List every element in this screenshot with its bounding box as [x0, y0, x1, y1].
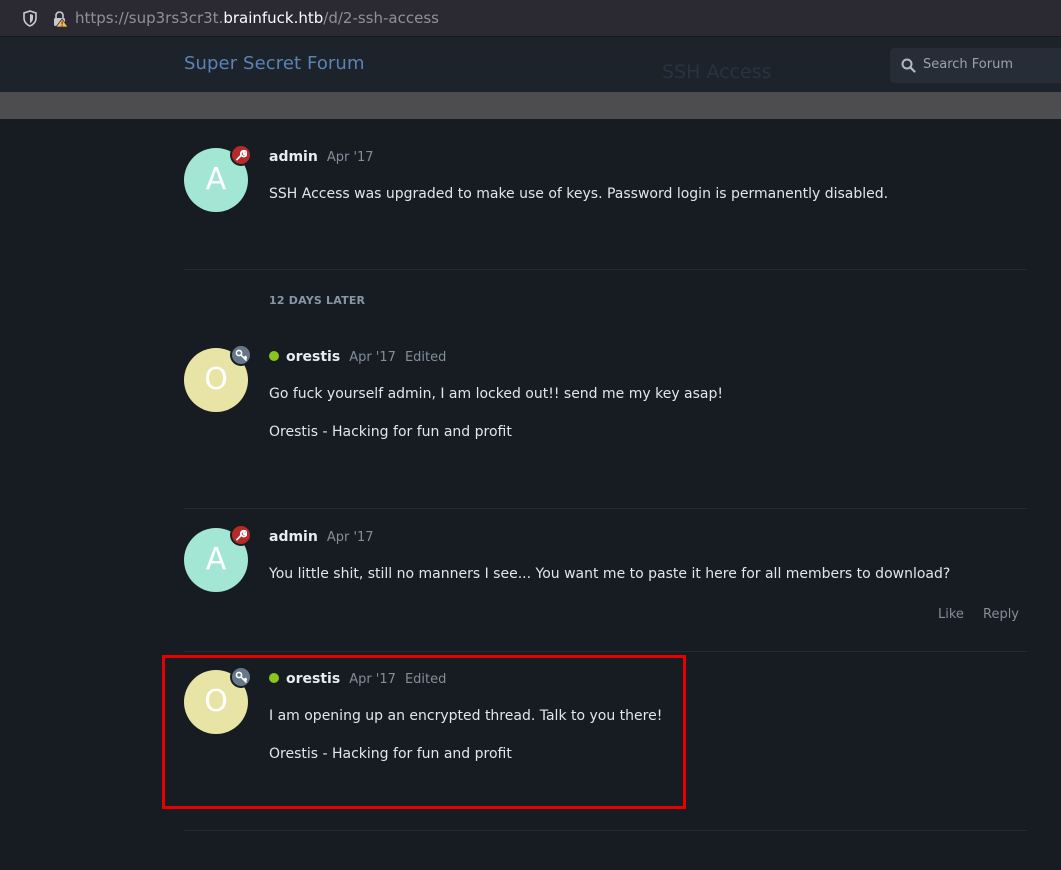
post-meta: admin Apr '17	[269, 149, 374, 165]
search-input[interactable]: Search Forum	[890, 48, 1061, 83]
time-gap-separator: 12 DAYS LATER	[269, 294, 366, 307]
discussion-title: SSH Access	[662, 61, 772, 83]
post-divider	[184, 508, 1027, 509]
discussion-hero	[0, 92, 1061, 119]
url-path: /d/2-ssh-access	[323, 9, 439, 27]
forum-header: Super Secret Forum SSH Access Search For…	[0, 37, 1061, 92]
post-divider	[184, 651, 1027, 652]
post-body-text: SSH Access was upgraded to make use of k…	[269, 186, 889, 202]
admin-badge	[230, 144, 252, 166]
post-meta: admin Apr '17	[269, 529, 374, 545]
wrench-icon	[236, 149, 247, 161]
key-icon	[235, 349, 247, 361]
search-icon	[901, 58, 916, 73]
post-divider	[184, 269, 1027, 270]
post-divider	[184, 830, 1027, 831]
post-signature: Orestis - Hacking for fun and profit	[269, 424, 512, 440]
post-date[interactable]: Apr '17	[327, 530, 374, 545]
online-indicator	[269, 351, 279, 361]
post-meta: orestis Apr '17 Edited	[269, 349, 446, 365]
url-scheme: https://	[75, 9, 129, 27]
member-badge	[230, 344, 252, 366]
reply-button[interactable]: Reply	[983, 607, 1019, 622]
highlight-box	[162, 655, 686, 809]
browser-url-bar[interactable]: https://sup3rs3cr3t.brainfuck.htb/d/2-ss…	[0, 0, 1061, 37]
username[interactable]: admin	[269, 529, 318, 545]
url-text[interactable]: https://sup3rs3cr3t.brainfuck.htb/d/2-ss…	[75, 9, 439, 27]
post-body-text: You little shit, still no manners I see.…	[269, 566, 951, 582]
post-date[interactable]: Apr '17	[349, 350, 396, 365]
wrench-icon	[236, 529, 247, 541]
post-date[interactable]: Apr '17	[327, 150, 374, 165]
username[interactable]: admin	[269, 149, 318, 165]
forum-brand-link[interactable]: Super Secret Forum	[184, 53, 365, 74]
url-subdomain: sup3rs3cr3t.	[128, 9, 224, 27]
edited-label[interactable]: Edited	[405, 350, 446, 365]
tracking-shield-icon[interactable]	[22, 10, 38, 27]
like-button[interactable]: Like	[938, 607, 964, 622]
insecure-lock-icon[interactable]	[51, 10, 69, 28]
search-placeholder: Search Forum	[923, 57, 1014, 72]
post-body-text: Go fuck yourself admin, I am locked out!…	[269, 386, 724, 402]
url-host: brainfuck.htb	[223, 9, 324, 27]
admin-badge	[230, 524, 252, 546]
username[interactable]: orestis	[286, 349, 340, 365]
